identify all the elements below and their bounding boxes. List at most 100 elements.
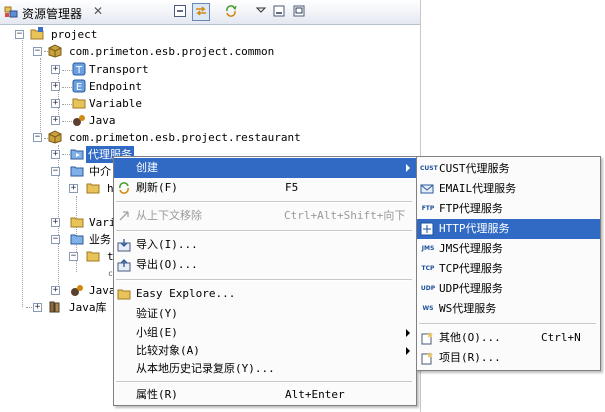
tree-label-intermediary: 中介 bbox=[89, 165, 111, 178]
folder-icon bbox=[86, 183, 100, 194]
menu-item-restore-history[interactable]: 从本地历史记录复原(Y)... bbox=[114, 359, 416, 379]
package-icon bbox=[48, 130, 62, 144]
menu-accel-remove-context: Ctrl+Alt+Shift+向下 bbox=[284, 209, 406, 222]
create-submenu: CUST CUST代理服务 EMAIL代理服务 FTP FTP代理服务 HTTP… bbox=[416, 156, 601, 371]
submenu-item-udp[interactable]: UDP UDP代理服务 bbox=[417, 279, 600, 299]
submenu-label-cust: CUST代理服务 bbox=[439, 162, 510, 175]
new-project-icon bbox=[421, 352, 433, 365]
submenu-arrow-icon bbox=[406, 329, 410, 337]
email-icon bbox=[420, 184, 434, 194]
collapse-all-button[interactable] bbox=[171, 3, 189, 21]
submenu-label-project: 项目(R)... bbox=[439, 351, 501, 364]
variable-folder-icon bbox=[72, 98, 86, 109]
folder-icon bbox=[70, 217, 84, 228]
collapse-toggle[interactable]: − bbox=[51, 235, 60, 244]
package-icon bbox=[48, 44, 62, 58]
expand-toggle[interactable]: + bbox=[51, 218, 60, 227]
submenu-item-ws[interactable]: WS WS代理服务 bbox=[417, 299, 600, 319]
import-icon bbox=[117, 239, 131, 252]
submenu-accel-other: Ctrl+N bbox=[541, 331, 581, 344]
expand-toggle[interactable]: + bbox=[33, 303, 42, 312]
explorer-icon bbox=[4, 6, 18, 18]
menu-item-remove-context[interactable]: 从上下文移除 Ctrl+Alt+Shift+向下 bbox=[114, 206, 416, 226]
submenu-item-other[interactable]: 其他(O)... Ctrl+N bbox=[417, 328, 600, 348]
tree-label-variable: Variable bbox=[89, 97, 142, 110]
link-arrows-icon bbox=[196, 6, 206, 16]
minimize-icon bbox=[273, 5, 285, 17]
minimize-button[interactable] bbox=[270, 3, 288, 21]
triangle-down-icon bbox=[255, 7, 267, 13]
svg-text:E: E bbox=[76, 82, 82, 93]
menu-item-compare[interactable]: 比较对象(A) bbox=[114, 341, 416, 361]
export-icon bbox=[117, 259, 131, 272]
remove-arrow-icon bbox=[119, 211, 129, 221]
menu-separator bbox=[116, 279, 412, 281]
submenu-item-cust[interactable]: CUST CUST代理服务 bbox=[417, 159, 600, 179]
menu-item-validate[interactable]: 验证(Y) bbox=[114, 304, 416, 324]
submenu-label-ws: WS代理服务 bbox=[439, 302, 497, 315]
menu-item-import[interactable]: 导入(I)... bbox=[114, 235, 416, 255]
menu-item-group[interactable]: 小组(E) bbox=[114, 323, 416, 343]
tcp-icon: TCP bbox=[421, 265, 435, 272]
submenu-item-ftp[interactable]: FTP FTP代理服务 bbox=[417, 199, 600, 219]
menu-label-import: 导入(I)... bbox=[136, 238, 198, 251]
tree-label-javalib: Java库 bbox=[69, 301, 107, 314]
expand-toggle[interactable]: + bbox=[51, 82, 60, 91]
project-folder-icon bbox=[30, 27, 44, 40]
menu-item-easy-explore[interactable]: Easy Explore... bbox=[114, 284, 416, 304]
menu-separator bbox=[116, 201, 412, 203]
collapse-toggle[interactable]: − bbox=[15, 30, 24, 39]
refresh-icon bbox=[119, 182, 129, 194]
expand-toggle[interactable]: + bbox=[51, 99, 60, 108]
menu-item-export[interactable]: 导出(O)... bbox=[114, 255, 416, 275]
menu-label-remove-context: 从上下文移除 bbox=[136, 209, 202, 222]
collapse-toggle[interactable]: − bbox=[69, 252, 78, 261]
expand-toggle[interactable]: + bbox=[51, 286, 60, 295]
submenu-item-email[interactable]: EMAIL代理服务 bbox=[417, 179, 600, 199]
submenu-item-jms[interactable]: JMS JMS代理服务 bbox=[417, 239, 600, 259]
tree-label-java2: Java bbox=[89, 284, 116, 297]
submenu-label-http: HTTP代理服务 bbox=[439, 222, 510, 235]
expand-toggle[interactable]: + bbox=[69, 184, 78, 193]
expand-toggle[interactable]: + bbox=[51, 65, 60, 74]
jms-icon: JMS bbox=[421, 245, 435, 252]
menu-separator bbox=[116, 381, 412, 383]
tree-label-business: 业务 bbox=[89, 233, 111, 246]
cust-icon: CUST bbox=[420, 165, 438, 172]
endpoint-icon: E bbox=[72, 79, 86, 93]
collapse-toggle[interactable]: − bbox=[51, 167, 60, 176]
menu-accel-properties: Alt+Enter bbox=[285, 388, 345, 401]
submenu-label-ftp: FTP代理服务 bbox=[439, 202, 503, 215]
expand-toggle[interactable]: + bbox=[51, 116, 60, 125]
menu-label-export: 导出(O)... bbox=[136, 258, 198, 271]
maximize-button[interactable] bbox=[290, 3, 308, 21]
menu-label-refresh: 刷新(F) bbox=[136, 181, 178, 194]
menu-item-refresh[interactable]: 刷新(F) F5 bbox=[114, 178, 416, 198]
menu-separator bbox=[419, 323, 596, 325]
collapse-toggle[interactable]: − bbox=[33, 47, 42, 56]
link-with-editor-button[interactable] bbox=[192, 3, 210, 21]
submenu-item-http[interactable]: HTTP代理服务 bbox=[417, 219, 600, 239]
menu-item-create[interactable]: 创建 bbox=[114, 158, 416, 178]
submenu-label-jms: JMS代理服务 bbox=[439, 242, 503, 255]
menu-label-compare: 比较对象(A) bbox=[136, 344, 200, 357]
collapse-toggle[interactable]: − bbox=[33, 133, 42, 142]
ws-icon: WS bbox=[422, 305, 434, 312]
menu-item-properties[interactable]: 属性(R) Alt+Enter bbox=[114, 385, 416, 405]
tree-label-endpoint: Endpoint bbox=[89, 80, 142, 93]
submenu-item-tcp[interactable]: TCP TCP代理服务 bbox=[417, 259, 600, 279]
menu-accel-refresh: F5 bbox=[285, 181, 299, 194]
menu-label-validate: 验证(Y) bbox=[136, 307, 178, 320]
menu-label-restore-history: 从本地历史记录复原(Y)... bbox=[136, 362, 275, 375]
context-menu: 创建 刷新(F) F5 从上下文移除 Ctrl+Alt+Shift+向下 导入(… bbox=[113, 156, 417, 406]
ftp-icon: FTP bbox=[421, 205, 435, 212]
sync-button[interactable] bbox=[222, 3, 240, 21]
tree-label-restaurant: com.primeton.esb.project.restaurant bbox=[69, 131, 301, 144]
menu-label-create: 创建 bbox=[136, 161, 158, 174]
submenu-item-project[interactable]: 项目(R)... bbox=[417, 348, 600, 368]
close-view-icon[interactable]: ✕ bbox=[93, 4, 103, 18]
view-title: 资源管理器 bbox=[22, 7, 83, 21]
expand-toggle[interactable]: + bbox=[51, 150, 60, 159]
view-menu-button[interactable] bbox=[252, 3, 270, 21]
transport-icon: T bbox=[72, 62, 86, 76]
